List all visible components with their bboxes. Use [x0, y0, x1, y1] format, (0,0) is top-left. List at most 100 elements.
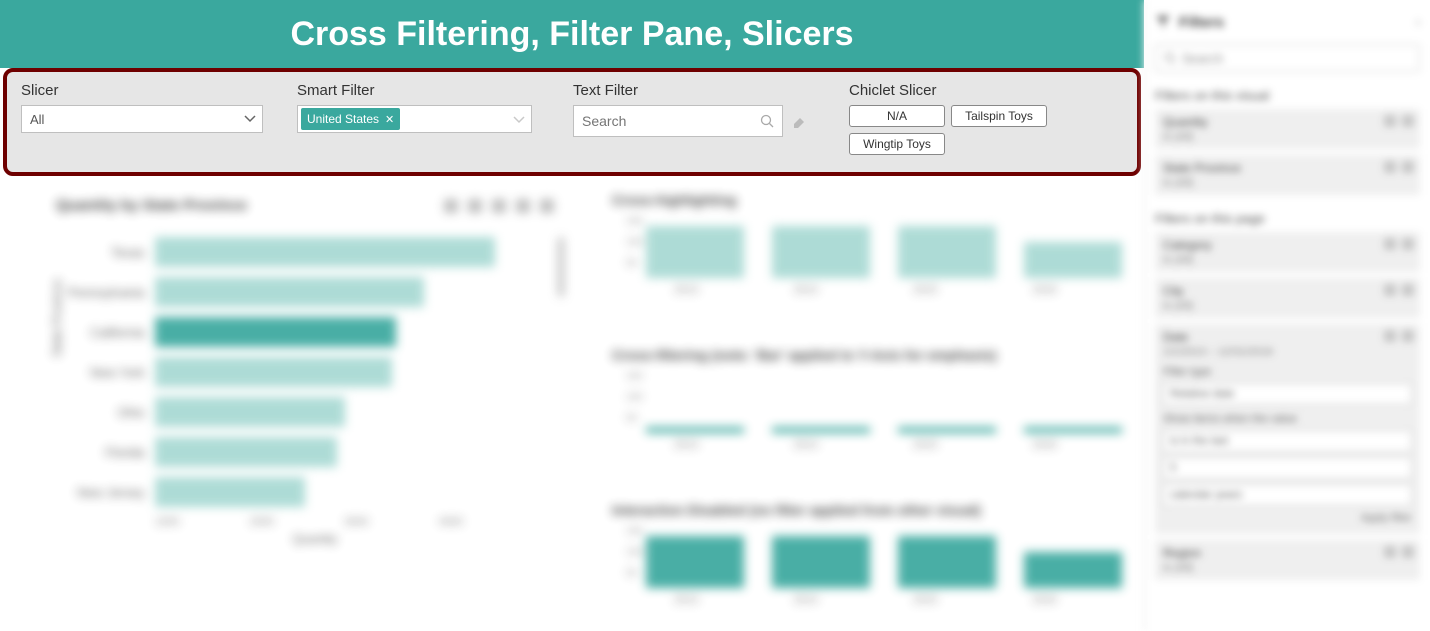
filter-card-icons[interactable] [1384, 546, 1414, 558]
filter-card[interactable]: Region is (All) [1155, 540, 1420, 580]
smart-filter-block: Smart Filter United States ✕ [297, 82, 547, 162]
column-bar[interactable] [898, 226, 996, 278]
mini-chart-cross-filter[interactable]: Cross-filtering (note: 'Bar' applied to … [612, 347, 1122, 451]
slicer-block: Slicer All [21, 82, 271, 162]
smart-filter-label: Smart Filter [297, 82, 547, 99]
filter-card-icons[interactable] [1384, 284, 1414, 296]
bar-category-label: Texas [50, 245, 145, 260]
filter-card-icons[interactable] [1384, 115, 1414, 127]
text-filter-label: Text Filter [573, 82, 823, 99]
bar-rect [155, 437, 337, 467]
filter-card-icons[interactable] [1384, 238, 1414, 250]
filter-section-title: Filters on this page [1155, 211, 1420, 226]
filter-section-title: Filters on this visual [1155, 88, 1420, 103]
filter-card-name: City [1163, 284, 1412, 298]
filter-pane-search[interactable]: Search [1155, 44, 1420, 72]
bar-row[interactable]: Ohio [50, 392, 560, 432]
chart-title: Quantity by State Province [56, 197, 247, 214]
text-filter-box[interactable] [573, 105, 783, 137]
chart-title: Cross-highlighting [612, 192, 1122, 208]
column-bar[interactable] [772, 226, 870, 278]
slicer-label: Slicer [21, 82, 271, 99]
smart-filter-chip-text: United States [307, 112, 379, 126]
filter-card[interactable]: State Province is (All) [1155, 155, 1420, 195]
bar-chart-quantity-by-state[interactable]: Quantity by State Province State Provinc… [50, 197, 560, 546]
visual-header-tools[interactable] [444, 199, 554, 213]
filter-card[interactable]: Category is (All) [1155, 232, 1420, 272]
slicer-dropdown[interactable]: All [21, 105, 263, 133]
report-body-blurred: Quantity by State Province State Provinc… [0, 182, 1140, 631]
filter-unit-dropdown[interactable]: calendar years [1163, 484, 1412, 506]
filter-card-name: Category [1163, 238, 1412, 252]
text-filter-block: Text Filter [573, 82, 823, 162]
filter-pane-search-placeholder: Search [1182, 51, 1223, 66]
chart-title: Cross-filtering (note: 'Bar' applied to … [612, 347, 1122, 363]
close-icon[interactable]: ✕ [385, 113, 394, 126]
mini-chart-cross-highlight[interactable]: Cross-highlighting 15010050 201320142015… [612, 192, 1122, 296]
column-bar[interactable] [646, 427, 744, 433]
chiclet-container: N/A Tailspin Toys Wingtip Toys [849, 105, 1059, 155]
mini-chart-interaction-disabled[interactable]: Interaction Disabled (no filter applied … [612, 502, 1122, 606]
search-icon[interactable] [760, 114, 774, 133]
chiclet-slicer-label: Chiclet Slicer [849, 82, 1069, 99]
column-bar[interactable] [1024, 552, 1122, 588]
bar-row[interactable]: Pennsylvania [50, 272, 560, 312]
bar-category-label: Ohio [50, 405, 145, 420]
filter-card[interactable]: Quantity is (All) [1155, 109, 1420, 149]
filter-pane[interactable]: Filters › Search Filters on this visual Q… [1144, 0, 1430, 631]
filter-card[interactable]: Date 1/1/2013 – 12/31/2016 Filter type R… [1155, 324, 1420, 534]
bar-category-label: Pennsylvania [50, 285, 145, 300]
column-bar[interactable] [772, 427, 870, 433]
filter-card-summary: is (All) [1163, 131, 1412, 143]
column-bar[interactable] [646, 536, 744, 588]
column-bar[interactable] [898, 427, 996, 433]
column-bar[interactable] [772, 536, 870, 588]
filter-card-name: State Province [1163, 161, 1412, 175]
chevron-right-icon[interactable]: › [1416, 15, 1420, 29]
y-axis-label: State Province [50, 279, 64, 357]
chiclet-slicer-block: Chiclet Slicer N/A Tailspin Toys Wingtip… [849, 82, 1069, 162]
filter-card-icons[interactable] [1384, 330, 1414, 342]
filter-op-dropdown[interactable]: is in the last [1163, 430, 1412, 452]
bar-row[interactable]: New Jersey [50, 472, 560, 512]
chiclet-item[interactable]: Wingtip Toys [849, 133, 945, 155]
bar-row[interactable]: Florida [50, 432, 560, 472]
chart-scrollbar[interactable] [558, 237, 564, 297]
slicer-dropdown-value: All [30, 112, 44, 127]
page-title: Cross Filtering, Filter Pane, Slicers [290, 15, 853, 54]
filter-card[interactable]: City is (All) [1155, 278, 1420, 318]
apply-filter-link[interactable]: Apply filter [1163, 512, 1412, 524]
bar-category-label: California [50, 325, 145, 340]
chevron-down-icon [513, 113, 525, 131]
bar-category-label: New Jersey [50, 485, 145, 500]
filter-pane-title: Filters [1179, 14, 1224, 31]
filter-card-summary: is (All) [1163, 562, 1412, 574]
eraser-icon[interactable] [791, 113, 807, 129]
bar-rect [155, 477, 305, 507]
column-bar[interactable] [646, 226, 744, 278]
filter-card-icons[interactable] [1384, 161, 1414, 173]
filter-num-input[interactable]: 5 [1163, 457, 1412, 479]
search-icon [1164, 52, 1176, 64]
column-bar[interactable] [898, 536, 996, 588]
filter-card-name: Region [1163, 546, 1412, 560]
chiclet-item[interactable]: Tailspin Toys [951, 105, 1047, 127]
x-axis-ticks: 1000200030004000 [155, 516, 560, 528]
chiclet-item[interactable]: N/A [849, 105, 945, 127]
text-filter-input[interactable] [582, 113, 752, 129]
report-canvas: Cross Filtering, Filter Pane, Slicers Sl… [0, 0, 1144, 631]
column-bar[interactable] [1024, 242, 1122, 278]
bar-row[interactable]: California [50, 312, 560, 352]
filter-pane-header: Filters › [1155, 8, 1420, 36]
smart-filter-input[interactable]: United States ✕ [297, 105, 532, 133]
chart-title: Interaction Disabled (no filter applied … [612, 502, 1122, 518]
bar-rect [155, 397, 345, 427]
smart-filter-chip[interactable]: United States ✕ [301, 108, 400, 130]
page-title-banner: Cross Filtering, Filter Pane, Slicers [0, 0, 1144, 68]
bar-row[interactable]: Texas [50, 232, 560, 272]
bar-row[interactable]: New York [50, 352, 560, 392]
filter-card-summary: is (All) [1163, 177, 1412, 189]
bar-category-label: Florida [50, 445, 145, 460]
filter-type-dropdown[interactable]: Relative date [1163, 383, 1412, 405]
column-bar[interactable] [1024, 427, 1122, 433]
